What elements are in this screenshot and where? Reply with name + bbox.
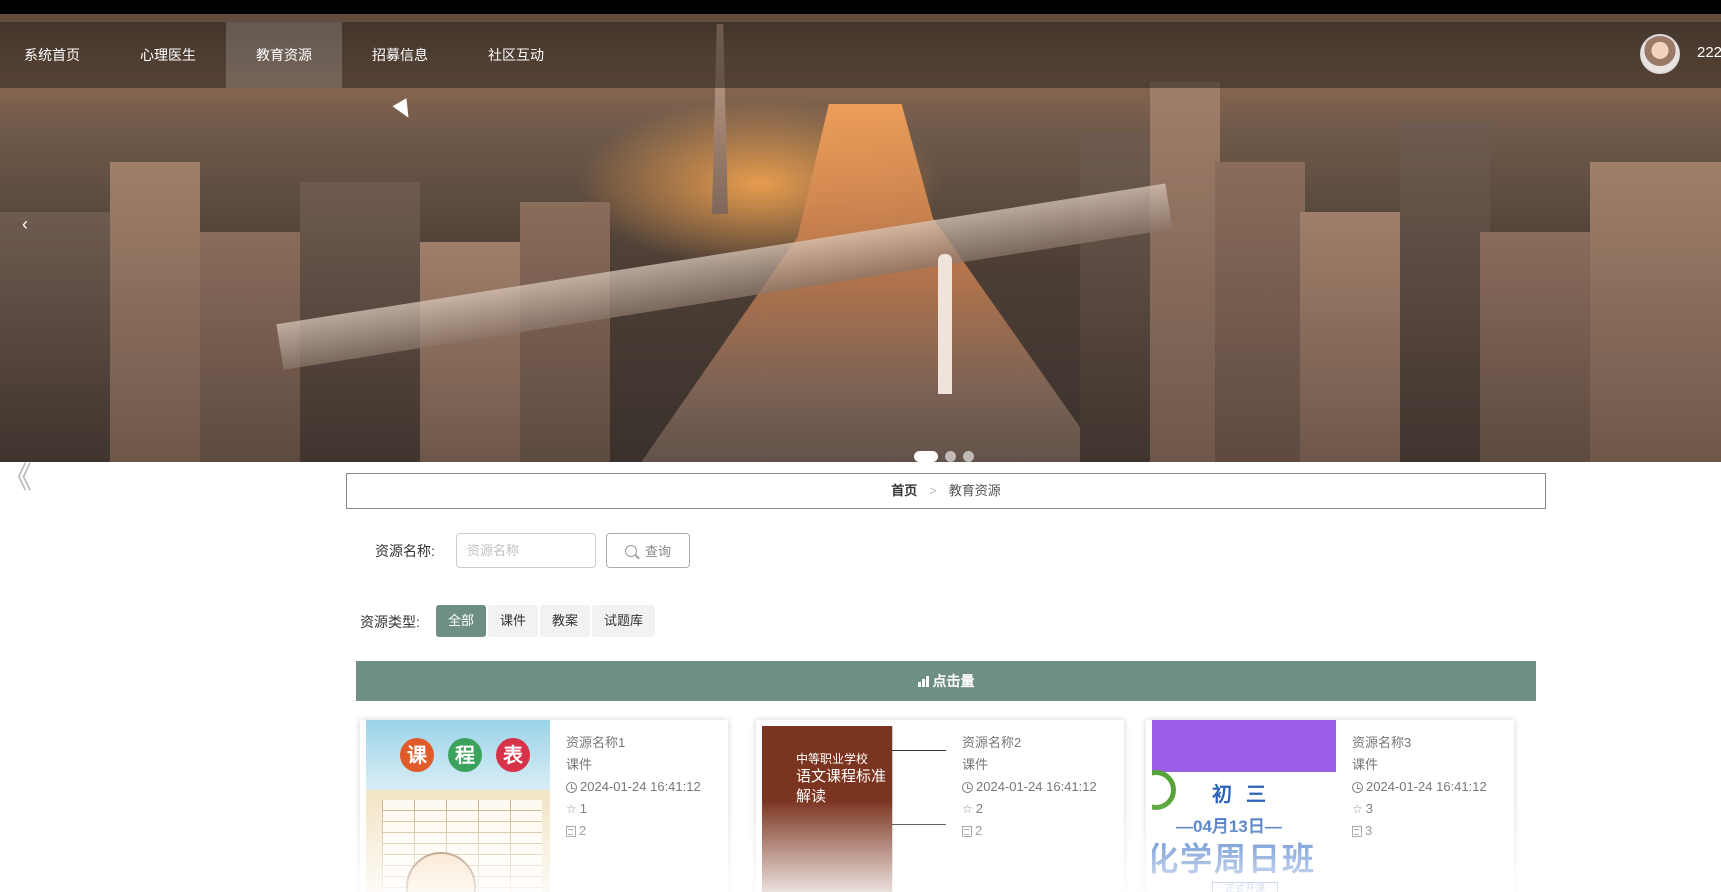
- resource-name[interactable]: 资源名称1: [566, 732, 701, 754]
- breadcrumb-home[interactable]: 首页: [891, 483, 917, 498]
- breadcrumb-current: 教育资源: [948, 483, 1001, 498]
- section-header-clicks: 点击量: [356, 661, 1536, 701]
- resource-thumbnail-2[interactable]: 中等职业学校 语文课程标准 解读: [762, 720, 946, 892]
- resource-card-3[interactable]: 初三 —04月13日— 化学周日班 正式开课 资源名称3 课件 2024-01-…: [1146, 720, 1514, 892]
- nav-item-doctor[interactable]: 心理医生: [110, 22, 226, 88]
- nav-item-education[interactable]: 教育资源: [226, 22, 342, 88]
- nav-item-home[interactable]: 系统首页: [0, 22, 104, 88]
- thumb2-text-c: 解读: [796, 789, 827, 805]
- star-icon: ☆: [566, 802, 577, 816]
- thumb1-text-c: 表: [496, 738, 530, 772]
- resource-card-2[interactable]: 中等职业学校 语文课程标准 解读 资源名称2 课件 2024-01-24 16:…: [756, 720, 1124, 892]
- resource-thumbnail-1[interactable]: 课 程 表: [366, 720, 550, 892]
- username[interactable]: 222: [1697, 44, 1721, 61]
- resource-info-3: 资源名称3 课件 2024-01-24 16:41:12 ☆ 3 3: [1352, 732, 1487, 842]
- clock-icon: [1352, 781, 1363, 793]
- search-button[interactable]: 查询: [606, 533, 690, 568]
- search-icon: [624, 544, 637, 557]
- search-button-label: 查询: [644, 544, 671, 559]
- search-label: 资源名称:: [375, 543, 435, 559]
- top-black-bar: [0, 0, 1721, 14]
- thumb3-text-c: 化学周日班: [1152, 841, 1317, 877]
- section-title: 点击量: [932, 673, 975, 689]
- type-filter-label: 资源类型:: [360, 614, 420, 630]
- resource-count: 2: [579, 823, 587, 838]
- side-back-icon[interactable]: 《: [2, 462, 32, 496]
- nav-item-recruit[interactable]: 招募信息: [342, 22, 458, 88]
- carousel-dot-3[interactable]: [963, 451, 974, 462]
- search-input[interactable]: [456, 533, 596, 568]
- bridge-pylon: [938, 254, 952, 394]
- thumb3-text-d: 正式开课: [1212, 882, 1278, 892]
- page: ‹ 系统首页 心理医生 教育资源 招募信息 社区互动 222 《 首页 > 教育资源…: [0, 0, 1721, 892]
- resource-time: 2024-01-24 16:41:12: [1366, 779, 1487, 794]
- resource-likes: 3: [1365, 801, 1373, 816]
- clock-icon: [566, 781, 577, 793]
- type-option-lesson-plan[interactable]: 教案: [540, 605, 591, 637]
- resource-type: 课件: [566, 757, 593, 772]
- type-option-courseware[interactable]: 课件: [488, 605, 539, 637]
- avatar[interactable]: [1640, 34, 1680, 74]
- document-icon: [566, 825, 576, 837]
- resource-name[interactable]: 资源名称3: [1352, 732, 1487, 754]
- star-icon: ☆: [962, 802, 973, 816]
- nav-item-community[interactable]: 社区互动: [458, 22, 574, 88]
- carousel-indicators[interactable]: [914, 451, 974, 462]
- thumb1-text-b: 程: [448, 738, 482, 772]
- resource-name[interactable]: 资源名称2: [962, 732, 1097, 754]
- carousel-dot-1[interactable]: [914, 451, 938, 462]
- star-icon: ☆: [1352, 802, 1363, 816]
- resource-thumbnail-3[interactable]: 初三 —04月13日— 化学周日班 正式开课: [1152, 720, 1336, 892]
- breadcrumb: 首页 > 教育资源: [346, 473, 1546, 509]
- thumb2-text-b: 语文课程标准: [796, 769, 887, 785]
- resource-time: 2024-01-24 16:41:12: [580, 779, 701, 794]
- breadcrumb-separator: >: [929, 483, 937, 498]
- document-icon: [962, 825, 972, 837]
- type-option-question-bank[interactable]: 试题库: [592, 605, 656, 637]
- resource-info-2: 资源名称2 课件 2024-01-24 16:41:12 ☆ 2 2: [962, 732, 1097, 842]
- thumb3-text-a: 初三: [1212, 784, 1280, 806]
- document-icon: [1352, 825, 1362, 837]
- type-option-all[interactable]: 全部: [436, 605, 487, 637]
- thumb2-text-a: 中等职业学校: [796, 752, 869, 766]
- resource-type: 课件: [962, 757, 989, 772]
- thumb1-text-a: 课: [400, 738, 434, 772]
- resource-type: 课件: [1352, 757, 1379, 772]
- carousel-prev-icon[interactable]: ‹: [22, 214, 28, 235]
- chart-icon: [917, 675, 929, 687]
- resource-card-1[interactable]: 课 程 表 资源名称1 课件 2024-01-24 16:41:12 ☆ 1 2: [360, 720, 728, 892]
- main-nav: 系统首页 心理医生 教育资源 招募信息 社区互动: [0, 22, 1721, 88]
- resource-count: 3: [1365, 823, 1373, 838]
- resource-likes: 1: [579, 801, 587, 816]
- clock-icon: [962, 781, 973, 793]
- carousel-dot-2[interactable]: [945, 451, 956, 462]
- resource-count: 2: [975, 823, 983, 838]
- resource-info-1: 资源名称1 课件 2024-01-24 16:41:12 ☆ 1 2: [566, 732, 701, 842]
- resource-time: 2024-01-24 16:41:12: [976, 779, 1097, 794]
- resource-likes: 2: [975, 801, 983, 816]
